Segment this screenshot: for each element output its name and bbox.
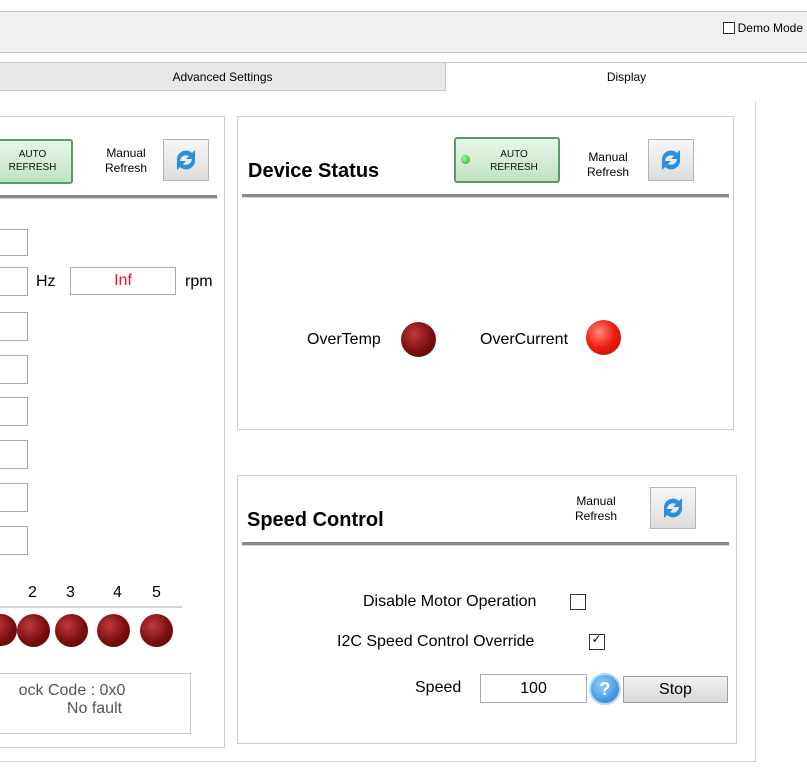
device-manual-refresh-text: Manual Refresh [580, 150, 636, 180]
overcurrent-led [586, 320, 621, 355]
value-box [0, 483, 28, 512]
left-manual-refresh-text: Manual Refresh [100, 146, 152, 176]
device-manual-refresh-button[interactable] [648, 139, 694, 181]
led-number-2: 2 [28, 584, 37, 601]
overtemp-label: OverTemp [307, 331, 381, 348]
left-auto-refresh-button[interactable]: AUTO REFRESH [0, 139, 73, 184]
device-auto-refresh-button[interactable]: AUTO REFRESH [454, 137, 560, 183]
led-number-5: 5 [152, 584, 161, 601]
manual-label: Manual [106, 146, 146, 160]
refresh-label: REFRESH [490, 162, 538, 173]
auto-refresh-led [461, 155, 470, 164]
help-icon[interactable]: ? [589, 673, 621, 705]
speed-label: Speed [415, 679, 462, 696]
frequency-box [0, 267, 28, 296]
fault-code-text: ock Code : 0x0 [18, 682, 126, 699]
tab-bar: Advanced Settings Display [0, 62, 807, 94]
stop-button[interactable]: Stop [623, 676, 728, 703]
speed-manual-refresh-button[interactable] [650, 487, 696, 529]
value-box [0, 355, 28, 384]
disable-motor-label: Disable Motor Operation [363, 593, 537, 610]
manual-label: Manual [576, 494, 616, 508]
value-box [0, 312, 28, 341]
auto-label: AUTO [500, 149, 528, 160]
speed-manual-refresh-text: Manual Refresh [568, 494, 624, 524]
hz-unit-label: Hz [36, 273, 56, 290]
refresh-label: REFRESH [8, 162, 57, 173]
device-status-title: Device Status [248, 160, 380, 182]
top-toolbar [0, 11, 807, 53]
fault-led-4 [97, 614, 130, 647]
overcurrent-label: OverCurrent [480, 331, 569, 348]
fault-led-5 [140, 614, 173, 647]
left-manual-refresh-button[interactable] [163, 139, 209, 181]
refresh-icon [661, 150, 681, 170]
led-number-3: 3 [66, 584, 75, 601]
demo-mode-label: Demo Mode [737, 21, 803, 35]
refresh-label: Refresh [574, 509, 618, 523]
rpm-unit-label: rpm [185, 273, 213, 290]
i2c-override-checkbox[interactable] [589, 632, 606, 650]
speed-input[interactable]: 100 [480, 674, 587, 703]
auto-label: AUTO [18, 149, 47, 160]
demo-mode-checkbox[interactable] [722, 22, 735, 34]
refresh-icon [176, 150, 196, 170]
manual-label: Manual [588, 150, 628, 164]
demo-mode-toggle[interactable]: Demo Mode [722, 21, 803, 35]
refresh-label: Refresh [104, 161, 148, 175]
value-box [0, 397, 28, 426]
led-number-4: 4 [113, 584, 122, 601]
device-header-divider [242, 194, 729, 198]
fault-code-box: ock Code : 0x0 No fault [0, 673, 191, 734]
i2c-override-label: I2C Speed Control Override [337, 633, 535, 650]
motor-data-panel [0, 116, 225, 748]
rpm-value-box: Inf [70, 267, 176, 295]
fault-status-text: No fault [66, 700, 123, 717]
refresh-icon [663, 498, 683, 518]
disable-motor-checkbox[interactable] [570, 594, 586, 610]
left-header-divider [0, 195, 217, 199]
value-box [0, 526, 28, 555]
speed-control-title: Speed Control [247, 509, 384, 531]
speed-header-divider [242, 542, 729, 546]
value-box [0, 440, 28, 469]
overtemp-led [401, 322, 436, 357]
tab-display[interactable]: Display [446, 62, 807, 94]
fault-led-2 [17, 614, 50, 647]
fault-led-3 [55, 614, 88, 647]
value-box [0, 229, 28, 256]
led-row-divider [0, 606, 182, 608]
tab-advanced-settings[interactable]: Advanced Settings [0, 62, 446, 91]
refresh-label: Refresh [586, 165, 630, 179]
